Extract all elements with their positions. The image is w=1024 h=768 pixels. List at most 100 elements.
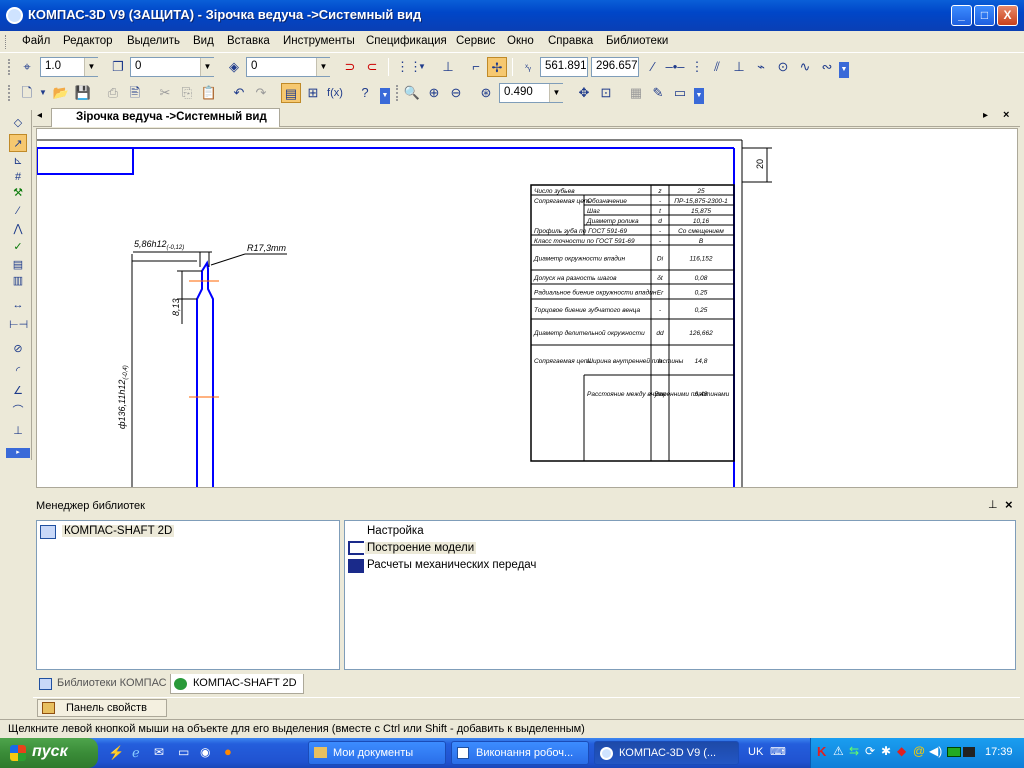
ortho-icon[interactable]: ⌐ — [466, 57, 486, 77]
menu-grip[interactable] — [5, 35, 8, 49]
tray-security-icon[interactable]: ◆ — [897, 744, 906, 758]
maximize-button[interactable]: □ — [974, 5, 995, 26]
menu-specification[interactable]: Спецификация — [366, 35, 447, 47]
quick-launch-icon[interactable]: ⚡ — [108, 745, 124, 761]
menu-editor[interactable]: Редактор — [63, 35, 113, 47]
coord-x-field[interactable]: 561.891 — [540, 57, 588, 77]
toolbar-grip[interactable] — [8, 85, 11, 101]
tray-messenger-icon[interactable]: @ — [913, 744, 925, 758]
kompas-app-icon[interactable] — [6, 7, 23, 24]
firefox-icon[interactable]: ● — [224, 744, 232, 759]
toolbar-grip[interactable] — [396, 85, 399, 101]
menu-libraries[interactable]: Библиотеки — [606, 35, 668, 47]
show-all-icon[interactable]: ⊡ — [596, 83, 616, 103]
toolbar-overflow-icon[interactable]: ▼ — [694, 88, 704, 104]
chevron-down-icon[interactable]: ▼ — [33, 83, 53, 103]
keyboard-icon[interactable]: ⌨ — [770, 745, 786, 758]
menu-service[interactable]: Сервис — [456, 35, 495, 47]
start-button[interactable]: пуск — [0, 738, 98, 768]
task-kompas[interactable]: КОМПАС-3D V9 (... — [594, 741, 739, 765]
close-panel-icon[interactable]: × — [1005, 497, 1013, 512]
menu-tools[interactable]: Инструменты — [283, 35, 355, 47]
menu-insert[interactable]: Вставка — [227, 35, 270, 47]
menu-view[interactable]: Вид — [193, 35, 214, 47]
tab-document[interactable]: Зірочка ведуча ->Системный вид — [51, 108, 280, 127]
magnet-icon[interactable]: ⊃ — [340, 57, 360, 77]
tangent-icon[interactable]: ⌁ — [751, 57, 771, 77]
zoom-in-icon[interactable]: ⊕ — [424, 83, 444, 103]
tab-scroll-right-icon[interactable]: ▸ — [983, 110, 988, 121]
list-item-gear-calculations[interactable]: Расчеты механических передач — [367, 559, 536, 571]
paste-icon[interactable]: 📋 — [199, 83, 219, 103]
refresh-icon[interactable]: ▦ — [626, 83, 646, 103]
height-dim-icon[interactable]: ⊥ — [9, 422, 27, 440]
associative-view-icon[interactable]: ✓ — [9, 238, 27, 256]
tree-icon[interactable]: ⊞ — [303, 83, 323, 103]
tray-settings-icon[interactable]: ✱ — [881, 744, 891, 758]
print-preview-icon[interactable]: 🖹 — [125, 83, 145, 103]
pan-icon[interactable]: ✥ — [574, 83, 594, 103]
line-tool-icon[interactable]: ⁄ — [643, 57, 663, 77]
style-icon[interactable]: ◈ — [224, 57, 244, 77]
cut-icon[interactable]: ✂ — [155, 83, 175, 103]
perpendicular-icon[interactable]: ⊥ — [729, 57, 749, 77]
tab-kompas-shaft[interactable]: КОМПАС-SHAFT 2D — [170, 674, 304, 694]
media-icon[interactable]: ◉ — [200, 745, 210, 759]
reports-icon[interactable]: ▥ — [9, 272, 27, 290]
redo-icon[interactable]: ↷ — [251, 83, 271, 103]
spline-icon[interactable]: ∾ — [817, 57, 837, 77]
help-icon[interactable]: ? — [355, 83, 375, 103]
snap-point-icon[interactable]: ⌖ — [17, 57, 37, 77]
arc-dim-icon[interactable]: ⌒ — [9, 402, 27, 420]
open-icon[interactable]: 📂 — [51, 83, 71, 103]
menu-file[interactable]: Файл — [22, 35, 50, 47]
diameter-dim-icon[interactable]: ⊘ — [9, 340, 27, 358]
copy-icon[interactable]: ⎘ — [177, 83, 197, 103]
zoom-scale-icon[interactable]: ⊛ — [476, 83, 496, 103]
toolbar-overflow-icon[interactable]: ▼ — [380, 88, 390, 104]
menu-window[interactable]: Окно — [507, 35, 534, 47]
tray-app-icon[interactable]: ⚠ — [833, 744, 844, 758]
zoom-out-icon[interactable]: ⊖ — [446, 83, 466, 103]
local-cs-icon[interactable]: ⊥ — [438, 57, 458, 77]
toolbar-overflow-icon[interactable]: ▸ — [6, 448, 30, 458]
chevron-down-icon[interactable]: ▼ — [200, 58, 214, 76]
linear-dim-icon[interactable]: ↔ — [9, 296, 27, 314]
tray-monitor-icon[interactable] — [963, 747, 975, 757]
tray-network-icon[interactable]: ⇆ — [849, 744, 859, 758]
menu-select[interactable]: Выделить — [127, 35, 180, 47]
measure-icon[interactable]: ⁄ — [9, 202, 27, 220]
chevron-down-icon[interactable]: ▼ — [84, 58, 98, 76]
drawing-canvas[interactable]: 20 Число зубьев z 25 Сопрягаемая цепь Обозна… — [36, 128, 1018, 488]
chevron-down-icon[interactable]: ▼ — [316, 58, 330, 76]
select-icon[interactable]: ⋀ — [9, 220, 27, 238]
property-panel-tab[interactable]: Панель свойств — [37, 699, 167, 717]
zoom-window-icon[interactable]: 🔍 — [402, 83, 422, 103]
chevron-down-icon[interactable]: ▼ — [412, 57, 432, 77]
coord-y-field[interactable]: 296.657 — [591, 57, 639, 77]
display-icon[interactable]: ▭ — [670, 83, 690, 103]
snap-toggle-icon[interactable]: ✢ — [487, 57, 507, 77]
arc-icon[interactable]: ∿ — [795, 57, 815, 77]
vertical-line-icon[interactable]: ⋮ — [687, 57, 707, 77]
minimize-button[interactable]: _ — [951, 5, 972, 26]
geometry-icon[interactable]: ◇ — [9, 114, 27, 132]
tab-scroll-left-icon[interactable]: ◂ — [37, 110, 42, 121]
task-my-documents[interactable]: Мои документы — [308, 741, 446, 765]
undo-icon[interactable]: ↶ — [229, 83, 249, 103]
radial-dim-icon[interactable]: ◜ — [9, 362, 27, 380]
properties-icon[interactable]: ▤ — [281, 83, 301, 103]
ie-icon[interactable]: ℯ — [132, 745, 140, 761]
pin-icon[interactable]: ⊥ — [988, 498, 998, 511]
angle-dim-icon[interactable]: ∠ — [9, 382, 27, 400]
toolbar-overflow-icon[interactable]: ▼ — [839, 62, 849, 78]
horizontal-dim-icon[interactable]: ⊢⊣ — [9, 316, 28, 334]
circle-center-icon[interactable]: ⊙ — [773, 57, 793, 77]
tray-battery-icon[interactable] — [947, 747, 961, 757]
magnet-settings-icon[interactable]: ⊂ — [362, 57, 382, 77]
desktop-icon[interactable]: ▭ — [178, 745, 189, 759]
parametrization-icon[interactable]: ⚒ — [9, 184, 27, 202]
language-indicator[interactable]: UK — [748, 746, 763, 758]
close-button[interactable]: X — [997, 5, 1018, 26]
tray-update-icon[interactable]: ⟳ — [865, 744, 875, 758]
